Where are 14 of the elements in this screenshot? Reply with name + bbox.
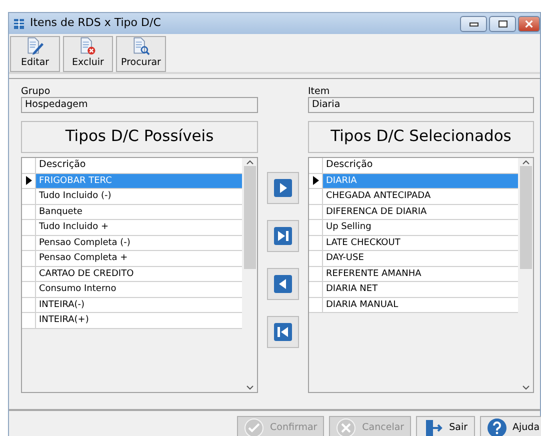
field-label: Item bbox=[308, 85, 331, 97]
panel-heading: Tipos D/C Selecionados bbox=[308, 121, 534, 153]
footer-button[interactable]: Ajuda bbox=[480, 416, 541, 436]
text-field[interactable]: Hospedagem bbox=[21, 97, 258, 113]
toolbar-button[interactable]: Editar bbox=[10, 36, 60, 72]
column-header: Descrição bbox=[38, 158, 87, 172]
panel-heading: Tipos D/C Possíveis bbox=[21, 121, 258, 153]
footer-button[interactable]: Sair bbox=[416, 416, 474, 436]
field-label: Grupo bbox=[21, 85, 52, 97]
text-field[interactable]: Diaria bbox=[308, 97, 534, 113]
toolbar-button[interactable]: Excluir bbox=[63, 36, 113, 72]
column-header: Descrição bbox=[325, 158, 374, 172]
window-title: Itens de RDS x Tipo D/C bbox=[30, 15, 161, 32]
toolbar-button[interactable]: Procurar bbox=[116, 36, 166, 72]
